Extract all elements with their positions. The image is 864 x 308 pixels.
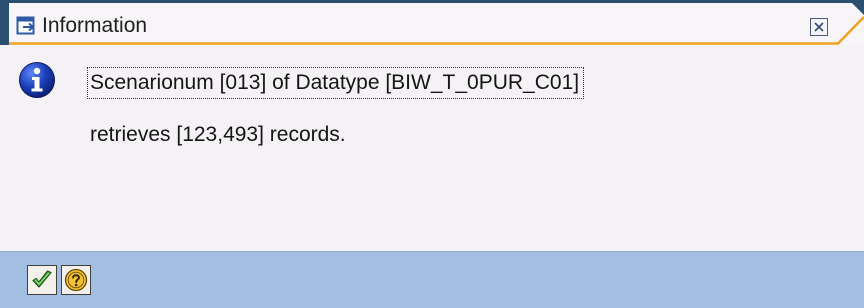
dialog-title: Information xyxy=(42,14,148,37)
checkmark-icon xyxy=(32,270,52,288)
information-dialog: Information Scenarionum [013] of Datatyp… xyxy=(0,0,864,308)
close-icon[interactable] xyxy=(810,18,828,36)
help-button[interactable] xyxy=(61,265,91,295)
message-area: Scenarionum [013] of Datatype [BIW_T_0PU… xyxy=(0,45,864,251)
confirm-button[interactable] xyxy=(27,265,57,295)
message-line-1: Scenarionum [013] of Datatype [BIW_T_0PU… xyxy=(86,67,585,99)
dialog-titlebar[interactable]: Information xyxy=(0,0,864,45)
message-line-2: retrieves [123,493] records. xyxy=(90,123,346,146)
message-dialog-icon xyxy=(16,15,38,37)
dialog-toolbar xyxy=(0,251,864,308)
info-icon xyxy=(18,61,56,99)
question-help-icon xyxy=(64,268,88,292)
